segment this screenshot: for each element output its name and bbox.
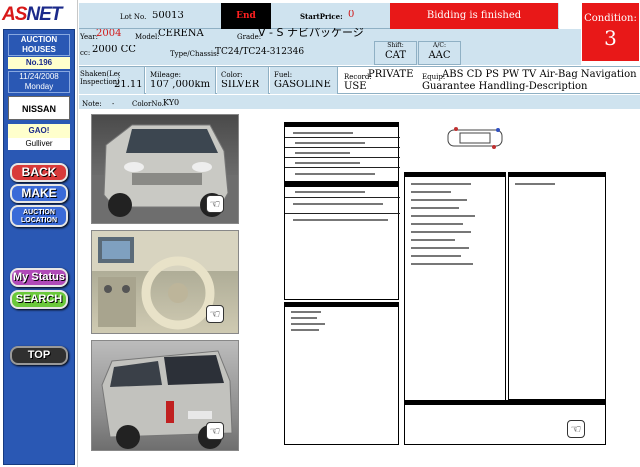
model-value: CERENA bbox=[158, 29, 204, 39]
user-company: Gulliver bbox=[8, 138, 70, 150]
condition-label: Condition: bbox=[584, 13, 637, 24]
header-row-engine bbox=[79, 41, 581, 65]
shift-value: CAT bbox=[385, 50, 406, 61]
auction-houses-title: AUCTION HOUSES bbox=[8, 34, 70, 56]
condition-badge: Condition: 3 bbox=[582, 3, 639, 61]
logo-net: NET bbox=[26, 4, 62, 25]
start-price-value: 0 bbox=[348, 10, 355, 20]
type-label: Type/Chassis: bbox=[170, 50, 220, 58]
my-status-button[interactable]: My Status bbox=[10, 268, 68, 287]
top-button[interactable]: TOP bbox=[10, 346, 68, 365]
car-rear-photo[interactable]: ☜ bbox=[91, 340, 239, 451]
sheet-extra-box bbox=[508, 172, 606, 400]
fuel-value: GASOLINE bbox=[274, 80, 331, 90]
nav-panel: AUCTION HOUSES No.196 11/24/2008 Monday … bbox=[3, 29, 75, 465]
auction-sheet[interactable]: ☜ bbox=[280, 118, 610, 448]
weekday-text: Monday bbox=[24, 82, 54, 91]
search-button[interactable]: SEARCH bbox=[10, 290, 68, 309]
ac-box: A/C: AAC bbox=[418, 41, 461, 65]
car-diagram-icon bbox=[447, 127, 503, 149]
note-value: - bbox=[112, 100, 115, 108]
fuel-label: Fuel: bbox=[274, 71, 293, 79]
make-label: NISSAN bbox=[8, 96, 70, 120]
back-button[interactable]: BACK bbox=[10, 163, 68, 182]
note-label: Note: bbox=[82, 100, 102, 108]
car-interior-photo[interactable]: ☜ bbox=[91, 230, 239, 334]
hand-icon[interactable]: ☜ bbox=[206, 305, 224, 323]
shift-label: Shift: bbox=[387, 42, 404, 49]
equip-value: ABS CD PS PW TV Air-Bag Navigation Guara… bbox=[422, 69, 637, 92]
hand-icon[interactable]: ☜ bbox=[206, 422, 224, 440]
color-label: Color: bbox=[221, 71, 243, 79]
shaken-value: 21.11 bbox=[114, 80, 143, 90]
sidebar: ASNET AUCTION HOUSES No.196 11/24/2008 M… bbox=[0, 0, 78, 467]
start-price-label: StartPrice: bbox=[300, 12, 343, 21]
mileage-value: 107 ,000km bbox=[150, 80, 211, 90]
auction-location-button[interactable]: AUCTION LOCATION bbox=[10, 205, 68, 227]
auction-date: 11/24/2008 Monday bbox=[8, 71, 70, 93]
sheet-summary-box bbox=[284, 182, 400, 300]
cc-value: 2000 CC bbox=[92, 45, 136, 55]
type-value: TC24/TC24-312346 bbox=[215, 47, 305, 57]
grade-value: V - S ナビパッケージ bbox=[258, 28, 364, 38]
lot-value: 50013 bbox=[152, 11, 184, 21]
mileage-label: Mileage: bbox=[150, 71, 181, 79]
date-text: 11/24/2008 bbox=[19, 72, 59, 81]
color-no-value: KY0 bbox=[163, 98, 180, 107]
sheet-bottom-box: ☜ bbox=[404, 400, 606, 445]
end-badge: End bbox=[221, 3, 271, 29]
record-value: PRIVATE USE bbox=[344, 69, 414, 92]
car-front-photo[interactable]: ☜ bbox=[91, 114, 239, 224]
condition-value: 3 bbox=[604, 26, 617, 50]
year-value: 2004 bbox=[96, 29, 122, 39]
hand-icon[interactable]: ☜ bbox=[567, 420, 585, 438]
ac-value: AAC bbox=[428, 50, 451, 61]
hand-icon[interactable]: ☜ bbox=[206, 195, 224, 213]
lot-label: Lot No. bbox=[120, 13, 147, 21]
color-no-label: ColorNo.: bbox=[132, 100, 167, 108]
color-value: SILVER bbox=[221, 80, 260, 90]
cc-label: cc: bbox=[80, 49, 91, 57]
sheet-notes-box bbox=[284, 302, 399, 445]
make-button[interactable]: MAKE bbox=[10, 184, 68, 203]
ac-label: A/C: bbox=[433, 42, 446, 49]
logo-as: AS bbox=[2, 4, 27, 25]
bidding-status: Bidding is finished bbox=[390, 3, 558, 29]
sheet-equipment-box bbox=[404, 172, 506, 402]
house-number: No.196 bbox=[8, 57, 70, 69]
sheet-history-table bbox=[284, 122, 400, 182]
asnet-logo[interactable]: ASNET bbox=[2, 4, 76, 28]
user-name: GAO! bbox=[8, 124, 70, 138]
shift-box: Shift: CAT bbox=[374, 41, 417, 65]
